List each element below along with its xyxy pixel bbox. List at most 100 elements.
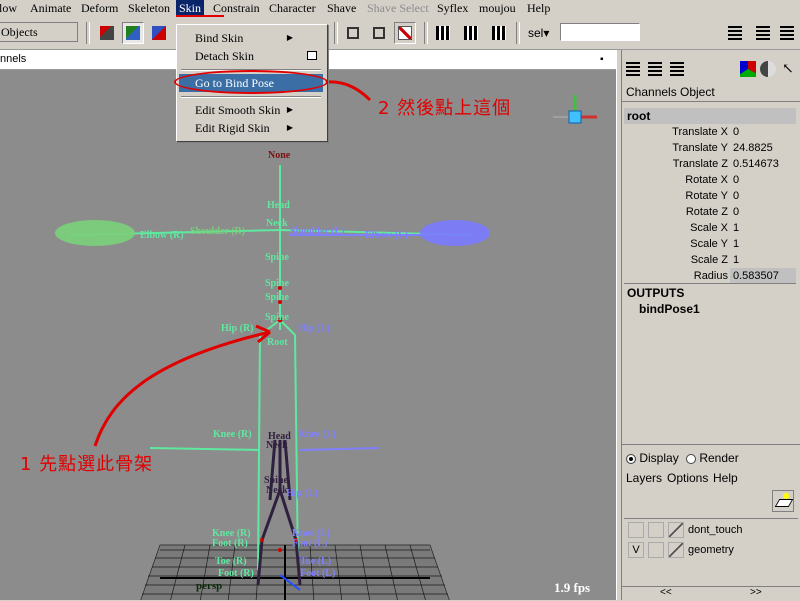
channel-rotate-z[interactable]: Rotate Z0 [624, 204, 796, 220]
layer-view-icon[interactable] [670, 62, 684, 76]
menu-separator [181, 96, 321, 98]
channel-scale-y[interactable]: Scale Y1 [624, 236, 796, 252]
channel-scale-x[interactable]: Scale X1 [624, 220, 796, 236]
perspective-viewport[interactable]: None Head Neck Shoulder (R) Elbow (R) Sh… [0, 70, 616, 600]
channel-radius[interactable]: Radius 0.583507 [624, 268, 796, 284]
joint-label-spine-2: Spine [265, 278, 289, 289]
menu-syflex[interactable]: Syflex [434, 0, 471, 17]
menu-object[interactable]: Object [680, 84, 715, 101]
joint-label-hip-r: Hip (R) [221, 323, 254, 334]
joint-label-neck-small: Neck [266, 440, 288, 451]
render-current-frame-icon[interactable] [460, 22, 482, 44]
menu-deform[interactable]: Deform [78, 0, 121, 17]
node-name[interactable]: root [624, 108, 796, 124]
show-channel-box-icon[interactable] [776, 22, 798, 44]
option-box-icon[interactable] [307, 51, 317, 60]
right-hand-joint-cluster [55, 220, 135, 246]
create-layer-icon[interactable] [772, 490, 794, 512]
select-component-icon[interactable] [148, 22, 170, 44]
left-hand-joint-cluster [420, 220, 490, 246]
input-connection-icon[interactable] [342, 22, 364, 44]
fps-readout: 1.9 fps [554, 580, 591, 595]
select-hierarchy-icon[interactable] [96, 22, 118, 44]
quick-select-field[interactable] [560, 23, 640, 41]
submenu-arrow-icon: ▶ [286, 105, 293, 114]
layer-type-toggle[interactable] [648, 522, 664, 538]
output-node-bindpose[interactable]: bindPose1 [639, 302, 700, 316]
channel-translate-y[interactable]: Translate Y 24.8825 [624, 140, 796, 156]
shading-icon[interactable] [760, 61, 776, 77]
output-connection-icon[interactable] [368, 22, 390, 44]
channel-translate-x[interactable]: Translate X0 [624, 124, 796, 140]
menu-channels[interactable]: Channels [626, 84, 677, 101]
channel-translate-z[interactable]: Translate Z 0.514673 [624, 156, 796, 172]
mode-selector[interactable]: Objects [0, 22, 78, 42]
menu-animate[interactable]: Animate [27, 0, 74, 17]
joint-label-spine-3: Spine [265, 292, 289, 303]
joint-label-foot-r-2: Foot (R) [218, 568, 254, 579]
view-compass [553, 95, 597, 124]
list-view-icon[interactable] [648, 62, 662, 76]
joint-label-hip-l: Hip (L) [298, 323, 330, 334]
layer-color-swatch[interactable] [668, 522, 684, 538]
camera-name: persp [196, 580, 223, 592]
menu-character[interactable]: Character [266, 0, 319, 17]
layer-scrollbar[interactable]: << >> [622, 586, 800, 601]
toolbar-separator [334, 22, 338, 44]
joint-label-root: Root [267, 337, 288, 348]
layer-menu-layers[interactable]: Layers [626, 471, 662, 485]
channel-rotate-y[interactable]: Rotate Y0 [624, 188, 796, 204]
joint-label-shoulder-r: Shoulder (R) [190, 226, 246, 237]
joint-label-knee-l: Knee (L) [298, 429, 337, 440]
ground-grid [140, 544, 450, 600]
channel-box-toolbar: ↖ [624, 60, 798, 82]
submenu-arrow-icon: ▶ [286, 33, 293, 42]
layer-menu-options[interactable]: Options [667, 471, 708, 485]
joint-label-neck: Neck [266, 218, 288, 229]
render-radio[interactable]: Render [686, 451, 739, 465]
scroll-right-button[interactable]: >> [750, 587, 762, 598]
menu-item-edit-smooth-skin[interactable]: Edit Smooth Skin ▶ [179, 101, 323, 119]
menu-moujou[interactable]: moujou [476, 0, 519, 17]
render-view-icon[interactable] [432, 22, 454, 44]
channel-box-panel: ↖ Channels Object root Translate X0 Tran… [622, 50, 800, 600]
bind-pose-highlight-annotation [174, 70, 328, 94]
layer-editor-divider [622, 444, 800, 445]
collapse-icon[interactable]: ▪ [600, 50, 604, 69]
render-settings-icon[interactable] [488, 22, 510, 44]
joint-label-head: Head [267, 200, 290, 211]
menu-item-bind-skin[interactable]: Bind Skin ▶ [179, 29, 323, 47]
attribute-list-icon[interactable] [626, 62, 640, 76]
select-object-icon[interactable] [122, 22, 144, 44]
menu-shave[interactable]: Shave [324, 0, 359, 17]
input-mode-selector[interactable]: sel▾ [528, 26, 549, 40]
layer-visibility-toggle[interactable]: V [628, 542, 644, 558]
channel-rotate-x[interactable]: Rotate X0 [624, 172, 796, 188]
menu-shave-select[interactable]: Shave Select [364, 0, 432, 17]
layer-name: dont_touch [688, 524, 743, 536]
construction-history-icon[interactable] [394, 22, 416, 44]
layer-type-toggle[interactable] [648, 542, 664, 558]
channel-scale-z[interactable]: Scale Z1 [624, 252, 796, 268]
pick-arrow-icon[interactable]: ↖ [782, 61, 794, 78]
show-attribute-editor-icon[interactable] [724, 22, 746, 44]
layer-row-dont-touch[interactable]: dont_touch [628, 521, 796, 539]
show-tool-settings-icon[interactable] [752, 22, 774, 44]
layer-color-swatch[interactable] [668, 542, 684, 558]
joint-label-toe-r: Toe (R) [215, 556, 247, 567]
step2-annotation: 2 然後點上這個 [378, 98, 512, 119]
layer-list: dont_touch V geometry [624, 518, 798, 585]
layer-visibility-toggle[interactable] [628, 522, 644, 538]
radio-selected-icon [626, 453, 636, 464]
layer-menu-help[interactable]: Help [713, 471, 738, 485]
joint-label-foot-l-2: Foot (L) [300, 568, 336, 579]
menu-item-edit-rigid-skin[interactable]: Edit Rigid Skin ▶ [179, 119, 323, 137]
layer-row-geometry[interactable]: V geometry [628, 541, 796, 559]
menu-item-detach-skin[interactable]: Detach Skin [179, 47, 323, 65]
display-radio[interactable]: Display [626, 451, 679, 465]
menu-skeleton[interactable]: Skeleton [125, 0, 173, 17]
scroll-left-button[interactable]: << [660, 587, 672, 598]
transform-mode-icon[interactable] [740, 61, 756, 77]
menu-help[interactable]: Help [524, 0, 553, 17]
menu-window[interactable]: low [0, 0, 20, 17]
